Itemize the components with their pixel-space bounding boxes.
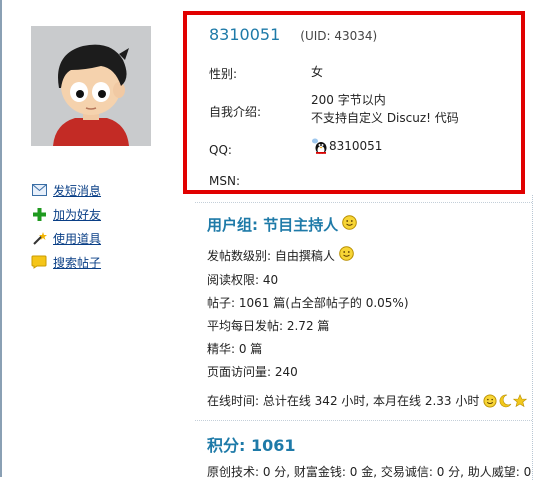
qq-value[interactable]: 8310051 [311,137,382,155]
use-item-link[interactable]: 使用道具 [31,226,101,250]
post-level-text: 发帖数级别: 自由撰稿人 [207,248,335,263]
digest-count: 精华: 0 篇 [207,342,263,356]
bio-label: 自我介绍: [209,105,262,119]
star-icon [513,393,528,407]
send-message-link[interactable]: 发短消息 [31,178,101,202]
online-rank-icons [483,393,528,408]
username-row: 8310051 (UID: 43034) [209,25,377,44]
bio-line-1: 200 字节以内 [311,93,386,107]
qq-label: QQ: [209,143,232,157]
post-level-row: 发帖数级别: 自由撰稿人 [207,246,354,264]
page-views: 页面访问量: 240 [207,365,298,379]
uid-label: (UID: 43034) [300,29,378,43]
avatar-illustration [31,26,151,146]
left-border-line [0,0,2,477]
gender-value: 女 [311,65,324,79]
score-detail: 原创技术: 0 分, 财富金钱: 0 金, 交易诚信: 0 分, 助人威望: 0 [207,465,532,479]
bio-value: 200 字节以内 不支持自定义 Discuz! 代码 [311,91,459,127]
avatar [31,26,151,146]
search-bubble-icon [31,254,47,270]
sun-icon [483,393,497,408]
moon-icon [499,394,512,407]
score-title: 积分: 1061 [207,436,296,455]
use-item-label: 使用道具 [53,231,102,246]
side-actions: 发短消息 加为好友 使用道具 搜索帖子 [31,178,101,274]
add-friend-label: 加为好友 [53,207,102,222]
dotted-divider-top [195,202,532,203]
qq-penguin-icon [311,137,329,155]
search-posts-label: 搜索帖子 [53,255,102,270]
online-time-text: 在线时间: 总计在线 342 小时, 本月在线 2.33 小时 [207,394,480,408]
magic-wand-icon [31,230,47,246]
smiley-icon [342,215,358,234]
smiley-icon [339,246,354,264]
profile-info-box: 8310051 (UID: 43034) 性别: 女 自我介绍: 200 字节以… [183,11,525,194]
username: 8310051 [209,25,281,44]
qq-number: 8310051 [329,139,383,153]
daily-posts: 平均每日发帖: 2.72 篇 [207,319,330,333]
plus-icon [31,206,47,222]
search-posts-link[interactable]: 搜索帖子 [31,250,101,274]
post-count: 帖子: 1061 篇(占全部帖子的 0.05%) [207,296,409,310]
user-group-text: 用户组: 节目主持人 [207,216,339,234]
online-time-row: 在线时间: 总计在线 342 小时, 本月在线 2.33 小时 [207,392,528,409]
envelope-icon [31,182,47,198]
gender-label: 性别: [209,67,238,81]
read-permission: 阅读权限: 40 [207,273,279,287]
send-message-label: 发短消息 [53,183,102,198]
user-group-title: 用户组: 节目主持人 [207,214,358,235]
msn-label: MSN: [209,174,240,188]
bio-line-2: 不支持自定义 Discuz! 代码 [311,111,459,125]
dotted-divider-middle [195,420,532,421]
add-friend-link[interactable]: 加为好友 [31,202,101,226]
dotted-divider-vertical [532,195,533,480]
